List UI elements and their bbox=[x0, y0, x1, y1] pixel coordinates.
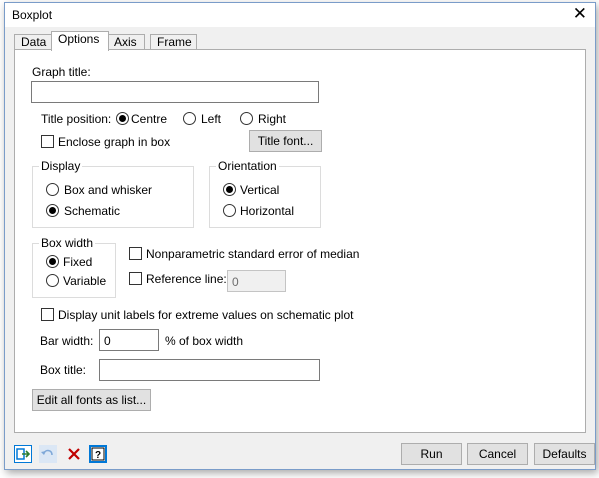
display-box-whisker-radio[interactable] bbox=[46, 183, 59, 196]
run-button[interactable]: Run bbox=[401, 443, 462, 465]
orientation-horizontal-radio[interactable] bbox=[223, 204, 236, 217]
orientation-group-label: Orientation bbox=[216, 159, 279, 173]
box-width-fixed-label: Fixed bbox=[63, 255, 93, 269]
unit-labels-label: Display unit labels for extreme values o… bbox=[58, 308, 354, 322]
title-position-centre-radio[interactable] bbox=[116, 112, 129, 125]
display-schematic-label: Schematic bbox=[64, 204, 121, 218]
enclose-label: Enclose graph in box bbox=[58, 135, 171, 149]
title-font-button[interactable]: Title font... bbox=[249, 130, 322, 152]
boxplot-dialog: Boxplot ✕ Data Options Axis Frame Graph … bbox=[4, 2, 596, 470]
title-position-right-label: Right bbox=[258, 112, 287, 126]
clear-icon[interactable] bbox=[65, 445, 83, 463]
nonparametric-checkbox[interactable] bbox=[129, 247, 142, 260]
title-position-left-label: Left bbox=[201, 112, 222, 126]
orientation-group: Orientation Vertical Horizontal bbox=[209, 159, 321, 228]
title-bar: Boxplot ✕ bbox=[5, 3, 595, 27]
help-icon[interactable]: ? bbox=[89, 445, 107, 463]
orientation-vertical-radio[interactable] bbox=[223, 183, 236, 196]
box-title-input[interactable] bbox=[99, 359, 320, 381]
box-width-fixed-radio[interactable] bbox=[46, 255, 59, 268]
tab-options[interactable]: Options bbox=[51, 31, 109, 51]
tab-frame[interactable]: Frame bbox=[150, 34, 197, 50]
box-width-group: Box width Fixed Variable bbox=[32, 236, 116, 298]
title-position-right-radio[interactable] bbox=[240, 112, 253, 125]
orientation-vertical-label: Vertical bbox=[240, 183, 280, 197]
box-width-variable-radio[interactable] bbox=[46, 274, 59, 287]
bar-width-label: Bar width: bbox=[40, 334, 94, 348]
options-panel: Graph title: Title position: Centre Left… bbox=[14, 49, 586, 433]
edit-fonts-button[interactable]: Edit all fonts as list... bbox=[32, 389, 151, 411]
undo-icon[interactable] bbox=[39, 445, 57, 463]
title-position-label: Title position: bbox=[41, 112, 112, 126]
box-title-label: Box title: bbox=[40, 363, 87, 377]
reference-line-checkbox[interactable] bbox=[129, 272, 142, 285]
tab-axis[interactable]: Axis bbox=[107, 34, 145, 50]
title-position-left-radio[interactable] bbox=[183, 112, 196, 125]
graph-title-label: Graph title: bbox=[32, 65, 91, 79]
reference-line-input[interactable]: 0 bbox=[227, 270, 286, 292]
unit-labels-checkbox[interactable] bbox=[41, 308, 54, 321]
svg-text:?: ? bbox=[95, 450, 101, 461]
graph-title-input[interactable] bbox=[31, 81, 319, 103]
display-box-whisker-label: Box and whisker bbox=[64, 183, 153, 197]
bar-width-input[interactable]: 0 bbox=[99, 329, 159, 351]
display-schematic-radio[interactable] bbox=[46, 204, 59, 217]
defaults-button[interactable]: Defaults bbox=[534, 443, 595, 465]
box-width-variable-label: Variable bbox=[63, 274, 107, 288]
window-title: Boxplot bbox=[12, 8, 53, 22]
display-group: Display Box and whisker Schematic bbox=[32, 159, 194, 228]
close-icon[interactable]: ✕ bbox=[573, 5, 587, 23]
bar-width-suffix: % of box width bbox=[165, 334, 244, 348]
box-width-group-label: Box width bbox=[39, 236, 96, 250]
cancel-button[interactable]: Cancel bbox=[467, 443, 528, 465]
tab-data[interactable]: Data bbox=[14, 34, 52, 50]
reference-line-label: Reference line: bbox=[146, 272, 227, 286]
orientation-horizontal-label: Horizontal bbox=[240, 204, 295, 218]
display-group-label: Display bbox=[39, 159, 83, 173]
exit-icon[interactable] bbox=[14, 445, 32, 463]
enclose-checkbox[interactable] bbox=[41, 135, 54, 148]
title-position-centre-label: Centre bbox=[131, 112, 168, 126]
nonparametric-label: Nonparametric standard error of median bbox=[146, 247, 360, 261]
